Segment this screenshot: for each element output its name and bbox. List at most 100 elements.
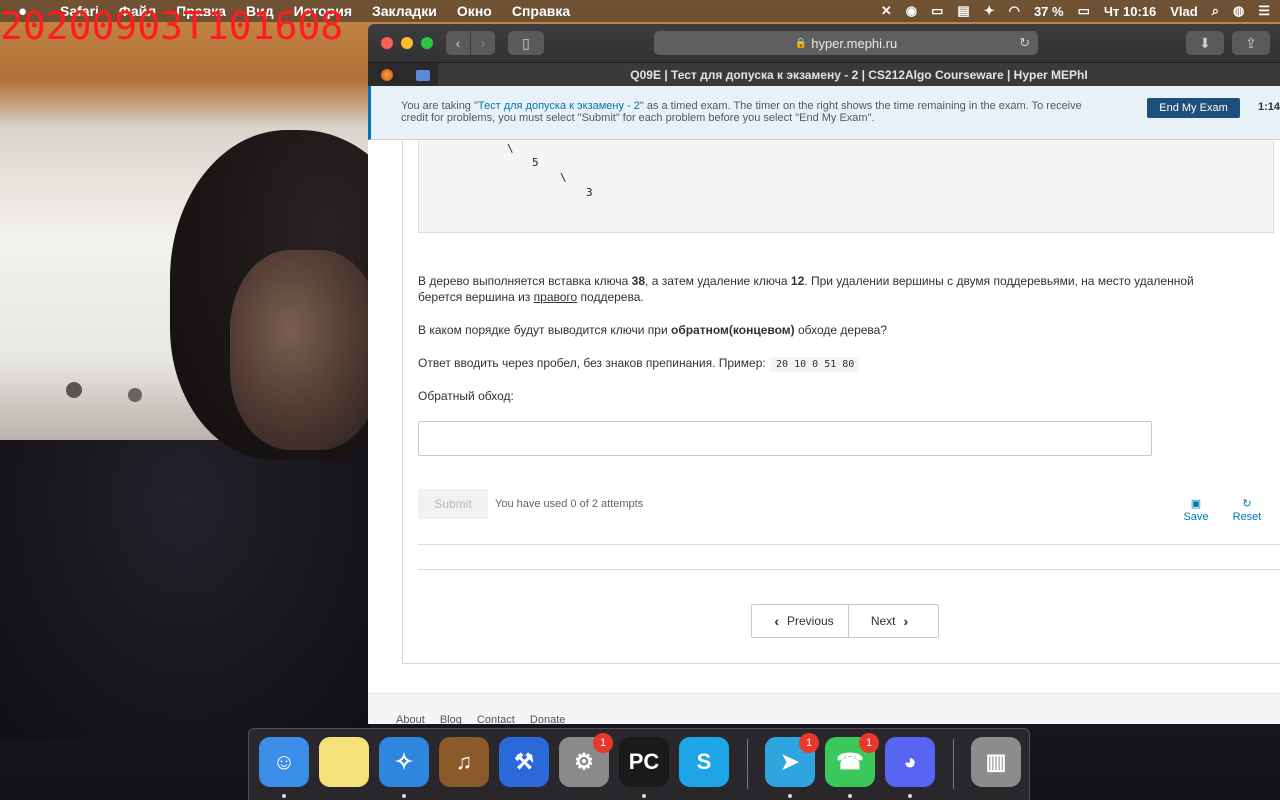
running-indicator xyxy=(642,794,646,798)
person-face xyxy=(230,250,380,450)
menubar-clock[interactable]: Чт 10:16 xyxy=(1104,4,1156,19)
running-indicator xyxy=(848,794,852,798)
problem-question: В каком порядке будут выводится ключи пр… xyxy=(418,323,888,337)
dock-separator xyxy=(953,739,954,789)
safari-icon: ✧ xyxy=(394,749,414,774)
pycharm-icon: PC xyxy=(628,749,660,774)
notification-badge: 1 xyxy=(859,733,879,753)
download-icon: ⬇ xyxy=(1199,34,1211,51)
tab-bar: Q09E | Тест для допуска к экзамену - 2 |… xyxy=(368,62,1280,87)
pinned-tab-1[interactable] xyxy=(376,65,398,85)
answer-format-hint: Ответ вводить через пробел, без знаков п… xyxy=(418,355,860,373)
running-indicator xyxy=(788,794,792,798)
submit-button[interactable]: Submit xyxy=(418,489,488,519)
battery-icon[interactable]: ▭ xyxy=(1078,3,1090,19)
footer-link-contact[interactable]: Contact xyxy=(477,714,515,724)
menubar-user[interactable]: Vlad xyxy=(1170,4,1197,19)
divider xyxy=(418,544,1280,545)
dock-pycharm[interactable]: PC xyxy=(619,737,669,787)
save-button[interactable]: ▣ Save xyxy=(1176,497,1216,523)
back-button[interactable]: ‹ xyxy=(446,31,470,55)
spotlight-search-icon[interactable]: ⌕ xyxy=(1212,3,1219,19)
skype-icon: S xyxy=(696,749,712,774)
display-icon[interactable]: ▭ xyxy=(931,3,943,19)
fullscreen-window-button[interactable] xyxy=(421,37,433,49)
tree-line: \ xyxy=(560,171,567,184)
answer-example-code: 20 10 0 51 80 xyxy=(771,357,860,372)
dock-finder[interactable]: ☺ xyxy=(259,737,309,787)
tools-icon[interactable]: ✕ xyxy=(881,3,892,19)
end-exam-button[interactable]: End My Exam xyxy=(1147,98,1240,118)
exam-title-link[interactable]: "Тест для допуска к экзамену - 2" xyxy=(474,100,644,112)
gear-icon: ⚙ xyxy=(574,749,594,774)
menu-help[interactable]: Справка xyxy=(512,3,570,19)
course-content: \ 5 \ 3 В дерево выполняется вставка клю… xyxy=(368,139,1280,724)
background-lamp xyxy=(128,388,142,402)
xcode-icon: ⚒ xyxy=(514,749,534,774)
share-button[interactable]: ⇪ xyxy=(1232,31,1270,55)
timed-exam-banner: You are taking "Тест для допуска к экзам… xyxy=(368,86,1280,140)
battery-percent[interactable]: 37 % xyxy=(1034,4,1064,19)
active-tab[interactable]: Q09E | Тест для допуска к экзамену - 2 |… xyxy=(438,63,1280,87)
chevron-left-icon: ‹ xyxy=(774,613,779,629)
dock-notes[interactable] xyxy=(319,737,369,787)
control-list-icon[interactable]: ☰ xyxy=(1258,3,1270,19)
reset-icon: ↻ xyxy=(1242,498,1252,510)
reset-button[interactable]: ↻ Reset xyxy=(1227,497,1267,523)
background-lamp xyxy=(66,382,82,398)
dock-discord[interactable]: ◕ xyxy=(885,737,935,787)
dock-skype[interactable]: S xyxy=(679,737,729,787)
dock-telegram[interactable]: ➤ 1 xyxy=(765,733,819,787)
dock-xcode[interactable]: ⚒ xyxy=(499,737,549,787)
footer-link-blog[interactable]: Blog xyxy=(440,714,462,724)
lock-icon: 🔒 xyxy=(794,37,808,49)
previous-button[interactable]: ‹ Previous xyxy=(752,605,849,637)
sidebar-toggle-button[interactable]: ▯ xyxy=(508,31,544,55)
facetime-icon: ☎ xyxy=(836,749,864,774)
tree-diagram-block: \ 5 \ 3 xyxy=(418,141,1274,233)
answer-input[interactable] xyxy=(418,421,1152,456)
running-indicator xyxy=(282,794,286,798)
keyboard-layout-icon[interactable]: ▤ xyxy=(957,3,969,19)
reload-icon[interactable]: ↻ xyxy=(1019,35,1030,51)
menu-window[interactable]: Окно xyxy=(457,3,492,19)
bluetooth-icon[interactable]: ✦ xyxy=(984,3,995,19)
telegram-icon: ➤ xyxy=(780,749,800,774)
dock-safari[interactable]: ✧ xyxy=(379,737,429,787)
finder-icon: ☺ xyxy=(272,749,296,774)
minimize-window-button[interactable] xyxy=(401,37,413,49)
discord-icon: ◕ xyxy=(903,749,917,774)
dock-garageband[interactable]: ♫ xyxy=(439,737,489,787)
next-button[interactable]: Next › xyxy=(849,605,938,637)
share-icon: ⇪ xyxy=(1245,34,1257,51)
footer-link-about[interactable]: About xyxy=(396,714,425,724)
tree-line: 5 xyxy=(532,156,539,169)
divider xyxy=(418,569,1280,570)
mac-dock: ☺ ✧ ♫ ⚒ ⚙ 1 PC S ➤ 1 ☎ 1 ◕ ▥ xyxy=(248,728,1030,800)
pinned-tab-2[interactable] xyxy=(412,65,434,85)
dock-system-preferences[interactable]: ⚙ 1 xyxy=(559,733,613,787)
dock-facetime[interactable]: ☎ 1 xyxy=(825,733,879,787)
close-window-button[interactable] xyxy=(381,37,393,49)
webcam-timestamp: 20200903T101608 xyxy=(0,4,344,48)
footer-link-donate[interactable]: Donate xyxy=(530,714,565,724)
downloads-button[interactable]: ⬇ xyxy=(1186,31,1224,55)
person-shirt xyxy=(0,440,370,740)
wifi-icon[interactable]: ◠ xyxy=(1009,3,1020,19)
address-text: hyper.mephi.ru xyxy=(811,35,898,51)
attempts-status: You have used 0 of 2 attempts xyxy=(495,498,644,510)
problem-text: В дерево выполняется вставка ключа 38, а… xyxy=(418,274,1194,304)
sidebar-icon: ▯ xyxy=(522,34,530,51)
address-bar[interactable]: 🔒 hyper.mephi.ru ↻ xyxy=(654,31,1038,55)
exam-timer: 1:14: xyxy=(1258,101,1280,113)
forward-button[interactable]: › xyxy=(471,31,495,55)
app-status-icon[interactable]: ◉ xyxy=(906,3,917,19)
menu-bookmarks[interactable]: Закладки xyxy=(372,3,437,19)
sequence-pager: ‹ Previous Next › xyxy=(751,604,939,638)
safari-window: ‹ › ▯ 🔒 hyper.mephi.ru ↻ ⬇ ⇪ Q09E | Тест… xyxy=(368,24,1280,724)
chevron-right-icon: › xyxy=(903,613,909,629)
siri-icon[interactable]: ◍ xyxy=(1233,3,1244,19)
garageband-icon: ♫ xyxy=(455,749,473,774)
running-indicator xyxy=(908,794,912,798)
dock-trash[interactable]: ▥ xyxy=(971,737,1021,787)
